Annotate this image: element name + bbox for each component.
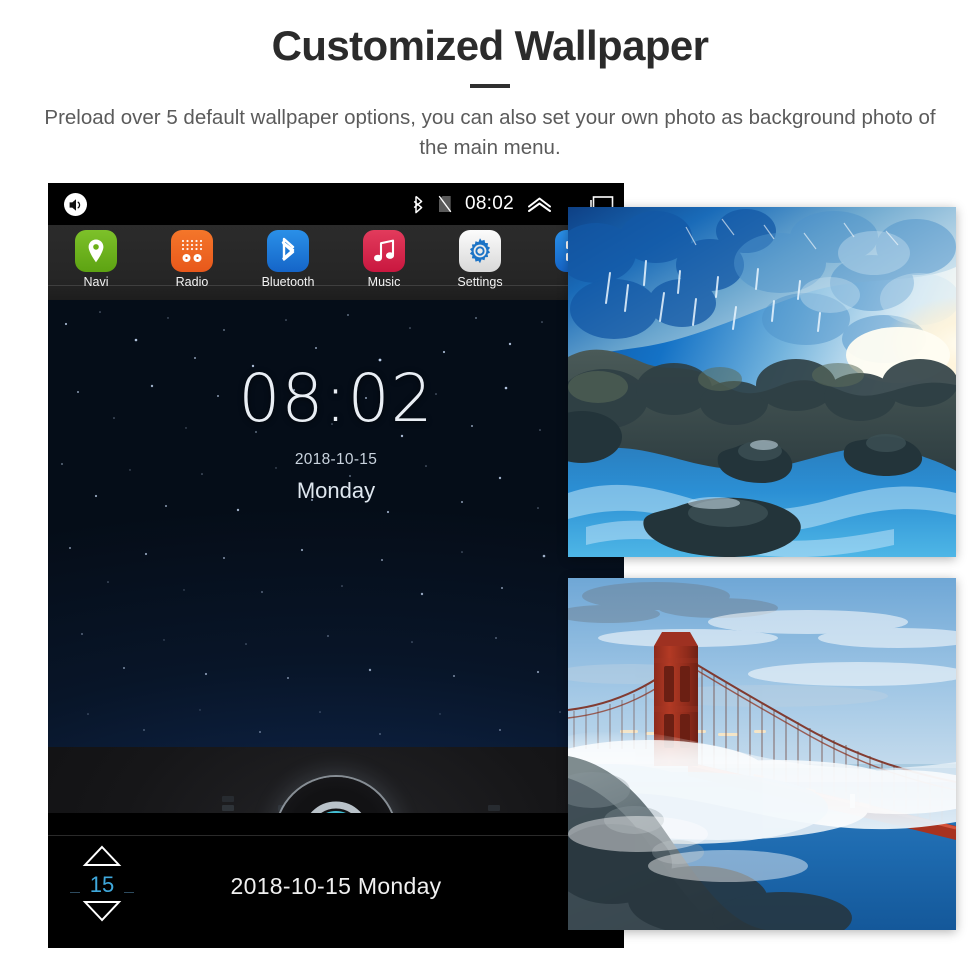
page-header: Customized Wallpaper Preload over 5 defa…: [0, 0, 980, 175]
app-dock: Navi Radio Bluetooth Music Settings: [48, 225, 624, 300]
bluetooth-icon: [267, 230, 309, 272]
headphones-icon: [310, 801, 362, 813]
wallpaper-preview-golden-gate[interactable]: [568, 578, 956, 930]
map-pin-icon: [75, 230, 117, 272]
wallpaper-date: 2018-10-15: [294, 451, 378, 468]
ice-cave-photo: [568, 207, 956, 557]
equalizer-segment: [222, 805, 234, 811]
no-sim-card-icon: [438, 195, 452, 213]
title-divider: [470, 84, 510, 88]
equalizer-segment: [222, 796, 234, 802]
page-subtitle: Preload over 5 default wallpaper options…: [44, 106, 936, 159]
dock-label-music: Music: [367, 275, 401, 289]
dock-item-navi[interactable]: Navi: [48, 225, 144, 300]
status-bar-clock: 08:02: [464, 193, 514, 214]
gear-icon: [459, 230, 501, 272]
wallpaper-feature-page: Customized Wallpaper Preload over 5 defa…: [0, 0, 980, 979]
triangle-down-icon[interactable]: [72, 900, 132, 927]
dock-item-bluetooth[interactable]: Bluetooth: [240, 225, 336, 300]
equalizer-bar: [222, 796, 234, 813]
equalizer-bar: [488, 805, 500, 813]
dock-item-settings[interactable]: Settings: [432, 225, 528, 300]
car-head-unit-screen: 08:02 Navi Radio Bluetooth Music Setting…: [48, 183, 624, 948]
dock-divider: [48, 285, 624, 286]
music-player-panel: [48, 747, 624, 813]
dock-item-radio[interactable]: Radio: [144, 225, 240, 300]
wallpaper-area: 08:02 2018-10-15 Monday: [48, 300, 624, 813]
equalizer-segment: [488, 805, 500, 811]
page-title: Customized Wallpaper: [271, 22, 709, 69]
dock-label-navi: Navi: [83, 275, 109, 289]
wallpaper-clock: 08:02: [238, 360, 434, 437]
wallpaper-preview-ice-cave[interactable]: [568, 207, 956, 557]
chevron-up-icon[interactable]: [527, 196, 552, 213]
golden-gate-photo: [568, 578, 956, 930]
wallpaper-weekday: Monday: [296, 478, 376, 503]
dock-label-settings: Settings: [457, 275, 503, 289]
dock-item-music[interactable]: Music: [336, 225, 432, 300]
dock-label-bluetooth: Bluetooth: [261, 275, 315, 289]
bottom-bar-divider: [48, 835, 624, 836]
bottom-bar: 15 2018-10-15 Monday: [48, 835, 624, 948]
music-note-icon: [363, 230, 405, 272]
status-bar: 08:02: [48, 183, 624, 225]
bottom-bar-datetime: 2018-10-15 Monday: [230, 873, 442, 899]
volume-speaker-icon[interactable]: [64, 193, 87, 216]
radio-icon: [171, 230, 213, 272]
dock-label-radio: Radio: [175, 275, 209, 289]
bluetooth-icon: [412, 195, 425, 214]
triangle-up-icon[interactable]: [72, 845, 132, 872]
wallpaper-clock-widget: 08:02 2018-10-15 Monday: [48, 360, 624, 504]
